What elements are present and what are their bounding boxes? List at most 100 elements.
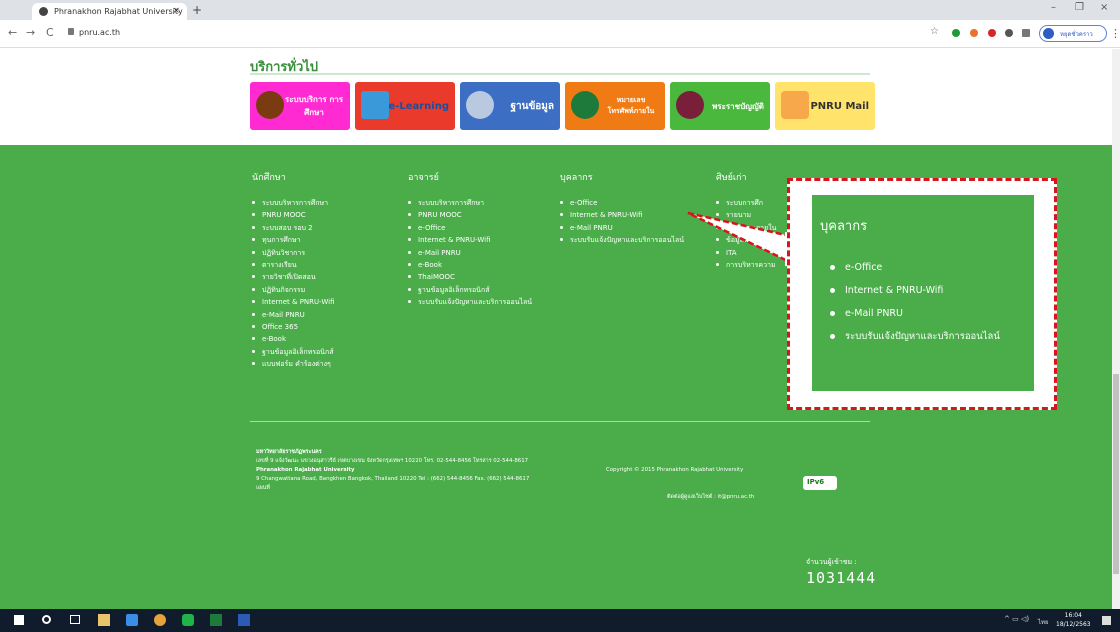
ipv6-badge: IPv6 — [803, 476, 837, 490]
back-button[interactable]: ← — [8, 26, 17, 39]
word-icon[interactable] — [238, 614, 250, 626]
list-item[interactable]: ระบบบริหารการศึกษา — [408, 197, 532, 209]
contact-text[interactable]: ติดต่อผู้ดูแลเว็บไซต์ : it@pnru.ac.th — [667, 493, 754, 502]
close-window-button[interactable]: × — [1100, 2, 1108, 13]
line-icon[interactable] — [182, 614, 194, 626]
list-item[interactable]: ระบบรับแจ้งปัญหาและบริการออนไลน์ — [560, 234, 684, 246]
list-item[interactable]: ระบบสอบ รอบ 2 — [252, 222, 335, 234]
clock-date: 18/12/2563 — [1056, 621, 1091, 628]
list-item[interactable]: ทุนการศึกษา — [252, 234, 335, 246]
extension-icon[interactable] — [988, 29, 996, 37]
banner-e-learning[interactable]: e-Learning — [355, 82, 455, 130]
list-item[interactable]: Office 365 — [252, 321, 335, 333]
forward-button[interactable]: → — [26, 26, 35, 39]
list-item[interactable]: การบริหารความ — [716, 259, 776, 271]
banner-label: ฐานข้อมูล — [510, 100, 554, 112]
list-item[interactable]: e-Mail PNRU — [408, 247, 532, 259]
bookmark-star-icon[interactable]: ☆ — [930, 26, 939, 37]
address-thai-name: มหาวิทยาลัยราชภัฏพระนคร — [256, 449, 322, 455]
list-item[interactable]: ฐานข้อมูลอิเล็กทรอนิกส์ — [408, 284, 532, 296]
banner-database[interactable]: ฐานข้อมูล — [460, 82, 560, 130]
banner-acts[interactable]: พระราชบัญญัติ — [670, 82, 770, 130]
browser-tab[interactable]: Phranakhon Rajabhat University × — [32, 3, 187, 20]
page-scrollbar[interactable] — [1112, 49, 1120, 609]
list-item[interactable]: รายวิชาที่เปิดสอน — [252, 271, 335, 283]
list-item[interactable]: ระบบการศึก — [716, 197, 776, 209]
browser-menu-icon[interactable]: ⋮ — [1110, 27, 1120, 40]
extension-icon[interactable] — [970, 29, 978, 37]
list-item[interactable]: ปฏิทินกิจกรรม — [252, 284, 335, 296]
list-item[interactable]: ข้อมูลพื้นฐาน — [716, 234, 776, 246]
file-explorer-icon[interactable] — [98, 614, 110, 626]
reading-list-icon[interactable] — [1022, 29, 1030, 37]
list-item[interactable]: รายนาม — [716, 209, 776, 221]
list-item[interactable]: e-Mail PNRU — [560, 222, 684, 234]
callout-item[interactable]: Internet & PNRU-Wifi — [820, 279, 1034, 302]
task-view-icon[interactable] — [70, 615, 80, 624]
favicon-icon — [39, 7, 48, 16]
phone-icon — [571, 91, 599, 119]
callout-item[interactable]: e-Office — [820, 256, 1034, 279]
taskbar-clock[interactable]: 16:04 18/12/2563 — [1056, 611, 1091, 629]
language-indicator[interactable]: ไทย — [1038, 617, 1049, 627]
extensions-puzzle-icon[interactable] — [1005, 29, 1013, 37]
list-item[interactable]: e-Book — [408, 259, 532, 271]
app-icon[interactable] — [126, 614, 138, 626]
column-heading: อาจารย์ — [408, 173, 439, 183]
list-item[interactable]: e-Book — [252, 333, 335, 345]
banner-pnru-mail[interactable]: PNRU Mail — [775, 82, 875, 130]
zoom-callout: บุคลากร e-Office Internet & PNRU-Wifi e-… — [787, 178, 1057, 410]
browser-tab-strip: Phranakhon Rajabhat University × + – ❐ × — [0, 0, 1120, 20]
list-item[interactable]: ฐานข้อมูลอิเล็กทรอนิกส์ — [252, 346, 335, 358]
minimize-button[interactable]: – — [1051, 2, 1056, 13]
avatar — [1043, 28, 1054, 39]
scrollbar-thumb[interactable] — [1113, 374, 1119, 574]
list-item[interactable]: ตารางเรียน — [252, 259, 335, 271]
windows-start-icon[interactable] — [14, 615, 24, 625]
system-tray-icons[interactable]: ^ ▭ ◁) — [1004, 615, 1029, 623]
list-item[interactable]: PNRU MOOC — [408, 209, 532, 221]
profile-button[interactable]: หยุดชั่วคราว — [1039, 25, 1107, 42]
list-item[interactable]: ThaiMOOC — [408, 271, 532, 283]
list-item[interactable]: Internet & PNRU-Wifi — [252, 296, 335, 308]
link-list: ระบบบริหารการศึกษา PNRU MOOC e-Office In… — [408, 197, 532, 309]
list-item[interactable]: e-Mail PNRU — [252, 309, 335, 321]
university-seal-icon — [256, 91, 284, 119]
list-item[interactable]: ระบบบริหารการศึกษา — [252, 197, 335, 209]
copyright-text: Copyright © 2015 Phranakhon Rajabhat Uni… — [606, 467, 744, 473]
banner-phone-numbers[interactable]: หมายเลข โทรศัพท์ภายใน — [565, 82, 665, 130]
list-item[interactable]: Internet & PNRU-Wifi — [408, 234, 532, 246]
university-seal-icon — [676, 91, 704, 119]
search-icon[interactable] — [42, 615, 51, 624]
callout-item[interactable]: e-Mail PNRU — [820, 302, 1034, 325]
list-item[interactable]: ระบบรับแจ้งปัญหาและบริการออนไลน์ — [408, 296, 532, 308]
excel-icon[interactable] — [210, 614, 222, 626]
notification-icon[interactable] — [1102, 616, 1111, 625]
list-item[interactable]: แบบฟอร์ม คำร้องต่างๆ — [252, 358, 335, 370]
list-item[interactable]: หน่วยงานภายใน — [716, 222, 776, 234]
tab-close-icon[interactable]: × — [172, 6, 180, 16]
list-item[interactable]: PNRU MOOC — [252, 209, 335, 221]
footer-column-staff: บุคลากร e-Office Internet & PNRU-Wifi e-… — [560, 170, 684, 247]
extension-icon[interactable] — [952, 29, 960, 37]
address-english-name: Phranakhon Rajabhat University — [256, 467, 355, 473]
maximize-button[interactable]: ❐ — [1075, 2, 1084, 13]
map-link[interactable]: แผนที่ — [256, 485, 270, 491]
list-item[interactable]: Internet & PNRU-Wifi — [560, 209, 684, 221]
link-list: e-Office Internet & PNRU-Wifi e-Mail PNR… — [560, 197, 684, 247]
lock-icon — [68, 28, 74, 35]
new-tab-button[interactable]: + — [192, 3, 202, 17]
address-bar[interactable]: pnru.ac.th — [68, 28, 120, 37]
list-item[interactable]: e-Office — [560, 197, 684, 209]
link-list: ระบบบริหารการศึกษา PNRU MOOC ระบบสอบ รอบ… — [252, 197, 335, 371]
callout-panel: บุคลากร e-Office Internet & PNRU-Wifi e-… — [812, 195, 1034, 391]
list-item[interactable]: ปฏิทินวิชาการ — [252, 247, 335, 259]
chrome-icon[interactable] — [154, 614, 166, 626]
banner-education-system[interactable]: ระบบบริการ การศึกษา — [250, 82, 350, 130]
list-item[interactable]: e-Office — [408, 222, 532, 234]
footer-divider — [250, 421, 870, 422]
reload-button[interactable]: C — [46, 26, 54, 39]
list-item[interactable]: ITA — [716, 247, 776, 259]
callout-item[interactable]: ระบบรับแจ้งปัญหาและบริการออนไลน์ — [820, 325, 1034, 348]
address-thai: เลขที่ 9 แจ้งวัฒนะ แขวงอนุสาวรีย์ เขตบาง… — [256, 458, 529, 464]
